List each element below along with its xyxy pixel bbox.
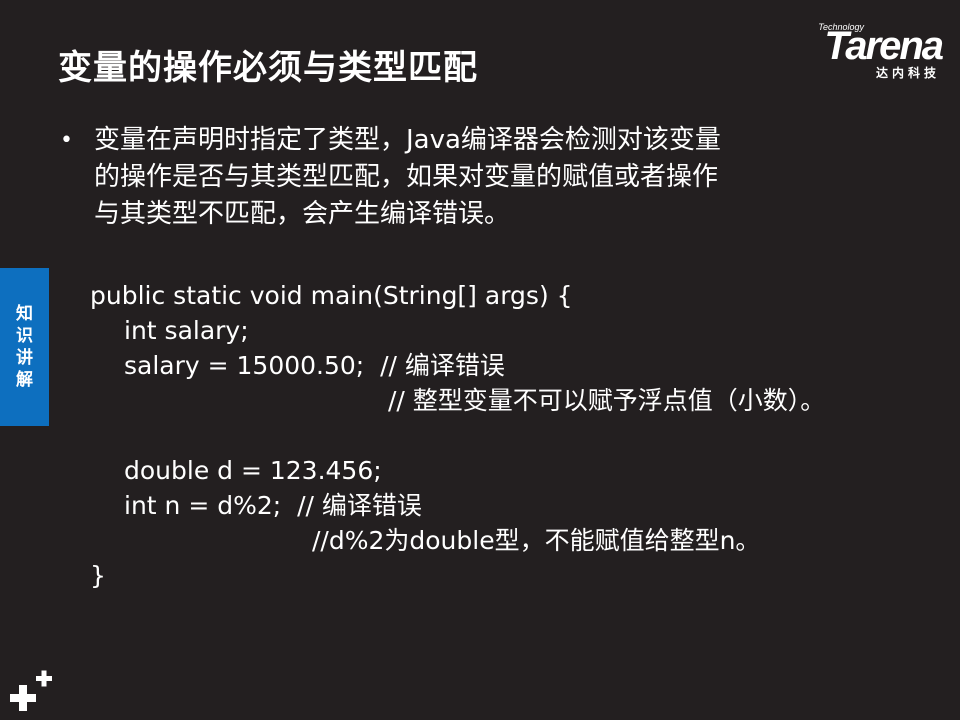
code-line: int n = d%2; // 编译错误 xyxy=(124,491,422,520)
code-line: salary = 15000.50; // 编译错误 xyxy=(124,351,505,380)
code-line: double d = 123.456; xyxy=(124,456,382,485)
sidebar-tab-knowledge[interactable]: 知识讲解 xyxy=(0,268,49,426)
code-line: } xyxy=(90,561,106,590)
code-line: int salary; xyxy=(124,316,249,345)
slide: 变量的操作必须与类型匹配 Technology Tarena 达内科技 • 变量… xyxy=(0,0,960,720)
slide-title: 变量的操作必须与类型匹配 xyxy=(58,48,478,88)
code-line: public static void main(String[] args) { xyxy=(90,281,573,310)
bullet-line: 的操作是否与其类型匹配，如果对变量的赋值或者操作 xyxy=(94,162,719,192)
bullet-line: 与其类型不匹配，会产生编译错误。 xyxy=(94,199,511,229)
bullet-line: 变量在声明时指定了类型，Java编译器会检测对该变量 xyxy=(94,125,721,155)
plus-cluster-icon xyxy=(10,670,52,711)
logo-subtitle: 达内科技 xyxy=(875,66,940,80)
bullet-text: 变量在声明时指定了类型，Java编译器会检测对该变量 的操作是否与其类型匹配，如… xyxy=(94,122,880,233)
bullet-marker: • xyxy=(60,128,73,153)
code-example: public static void main(String[] args) {… xyxy=(90,278,950,593)
code-comment-line: //d%2为double型，不能赋值给整型n。 xyxy=(312,526,761,555)
code-comment-line: // 整型变量不可以赋予浮点值（小数）。 xyxy=(388,386,826,415)
logo-wordmark: Tarena xyxy=(824,24,944,68)
tarena-logo: Technology Tarena 达内科技 xyxy=(772,20,944,82)
sidebar-tab-label: 知识讲解 xyxy=(16,304,33,390)
bullet-paragraph: • 变量在声明时指定了类型，Java编译器会检测对该变量 的操作是否与其类型匹配… xyxy=(60,122,880,233)
